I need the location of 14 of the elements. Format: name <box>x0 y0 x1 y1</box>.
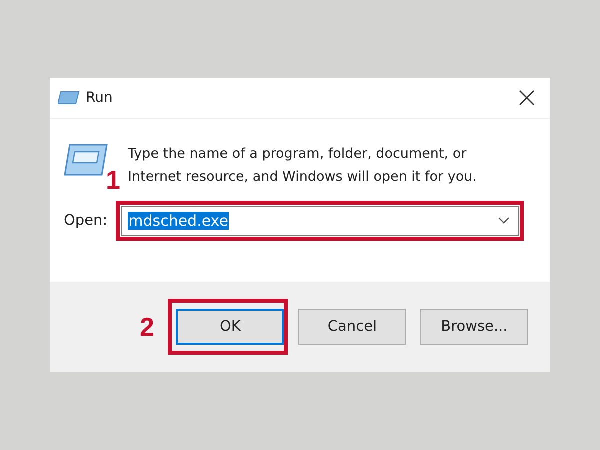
caret-icon[interactable] <box>498 217 510 225</box>
dialog-button[interactable]: Browse... <box>420 309 528 345</box>
window-icon <box>58 90 80 106</box>
program-window-icon <box>64 143 108 177</box>
instruction-text: Type the name of a program, folder, document, or Internet resource, and Windows will open it for you. <box>128 145 478 187</box>
close-icon[interactable] <box>519 90 535 106</box>
step-number: 2 <box>140 312 154 342</box>
input-value: mdsched.exe <box>128 212 230 230</box>
dialog-button[interactable]: OK <box>176 309 284 345</box>
dialog-button[interactable]: Cancel <box>298 309 406 345</box>
step-number: 1 <box>106 165 120 196</box>
open-label: Open: <box>64 213 108 229</box>
window-title: Run <box>86 90 114 106</box>
open-combo-box[interactable]: mdsched.exe <box>120 206 519 236</box>
